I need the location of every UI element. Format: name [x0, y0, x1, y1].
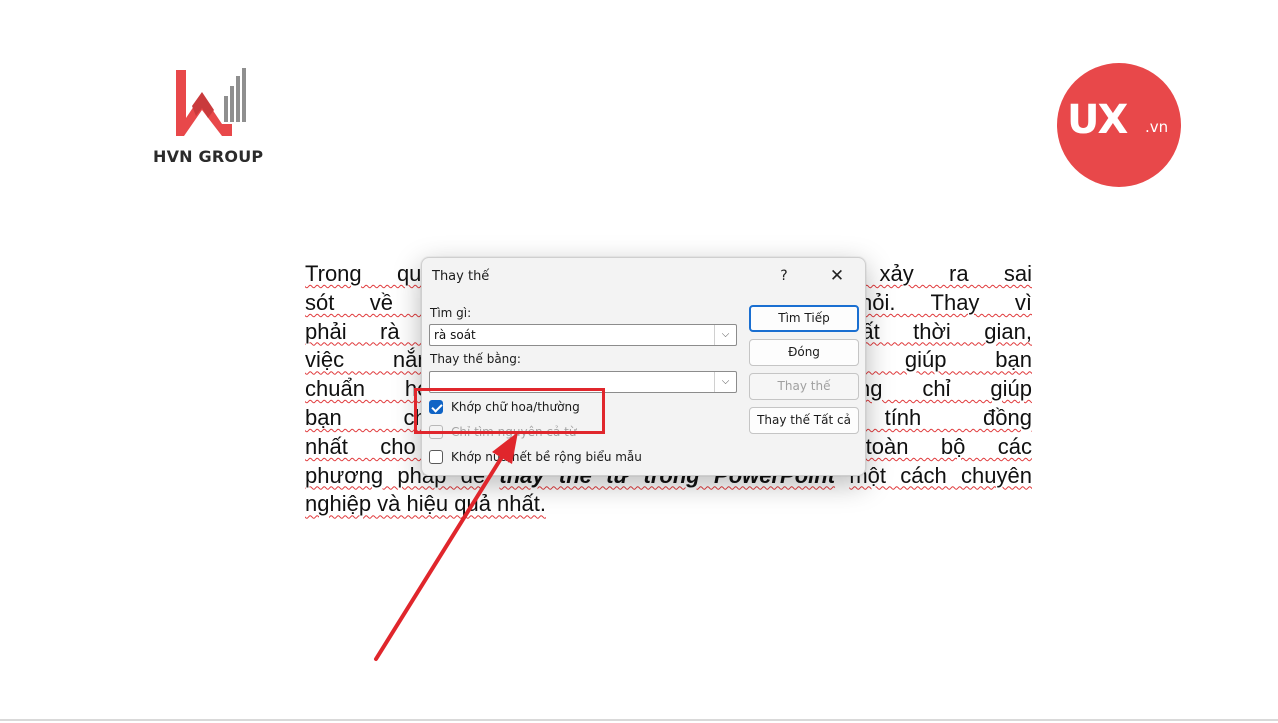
ux-logo-suffix: .vn [1145, 118, 1169, 136]
find-what-value[interactable]: rà soát [434, 328, 476, 342]
replace-dialog: Thay thế ? ✕ Tìm gì: rà soát ⌵ Thay thế … [421, 257, 866, 476]
find-what-combobox[interactable]: rà soát ⌵ [429, 324, 737, 346]
doc-text-fragment: Trong quá [305, 261, 434, 286]
chevron-down-icon[interactable]: ⌵ [714, 372, 736, 392]
annotation-highlight-box [414, 388, 605, 434]
hvn-logo-mark-icon [176, 68, 246, 136]
doc-text-fragment: một cách chuyên [849, 462, 1032, 488]
ux-logo-text: UX [1067, 97, 1128, 143]
doc-line: nghiệp và hiệu quả nhất. [305, 490, 1032, 519]
find-next-button[interactable]: Tìm Tiếp [749, 305, 859, 332]
doc-text-fragment: nghiệp và hiệu quả nhất. [305, 491, 546, 517]
ux-vn-logo: UX .vn [1057, 63, 1181, 187]
find-what-label: Tìm gì: [430, 306, 472, 320]
close-icon[interactable]: ✕ [822, 263, 852, 289]
doc-text-fragment: việc nắm [305, 347, 436, 373]
match-width-label: Khớp nửa/hết bề rộng biểu mẫu [451, 450, 642, 464]
page-bottom-divider [0, 719, 1278, 721]
replace-button: Thay thế [749, 373, 859, 400]
hvn-group-logo: HVN GROUP [150, 66, 270, 166]
replace-all-button[interactable]: Thay thế Tất cả [749, 407, 859, 434]
match-width-checkbox[interactable] [429, 450, 443, 464]
help-icon[interactable]: ? [774, 266, 794, 286]
replace-with-label: Thay thế bằng: [430, 352, 521, 366]
hvn-logo-text: HVN GROUP [153, 147, 264, 166]
match-width-option[interactable]: Khớp nửa/hết bề rộng biểu mẫu [429, 448, 642, 466]
close-button[interactable]: Đóng [749, 339, 859, 366]
dialog-title: Thay thế [432, 269, 490, 284]
chevron-down-icon[interactable]: ⌵ [714, 325, 736, 345]
